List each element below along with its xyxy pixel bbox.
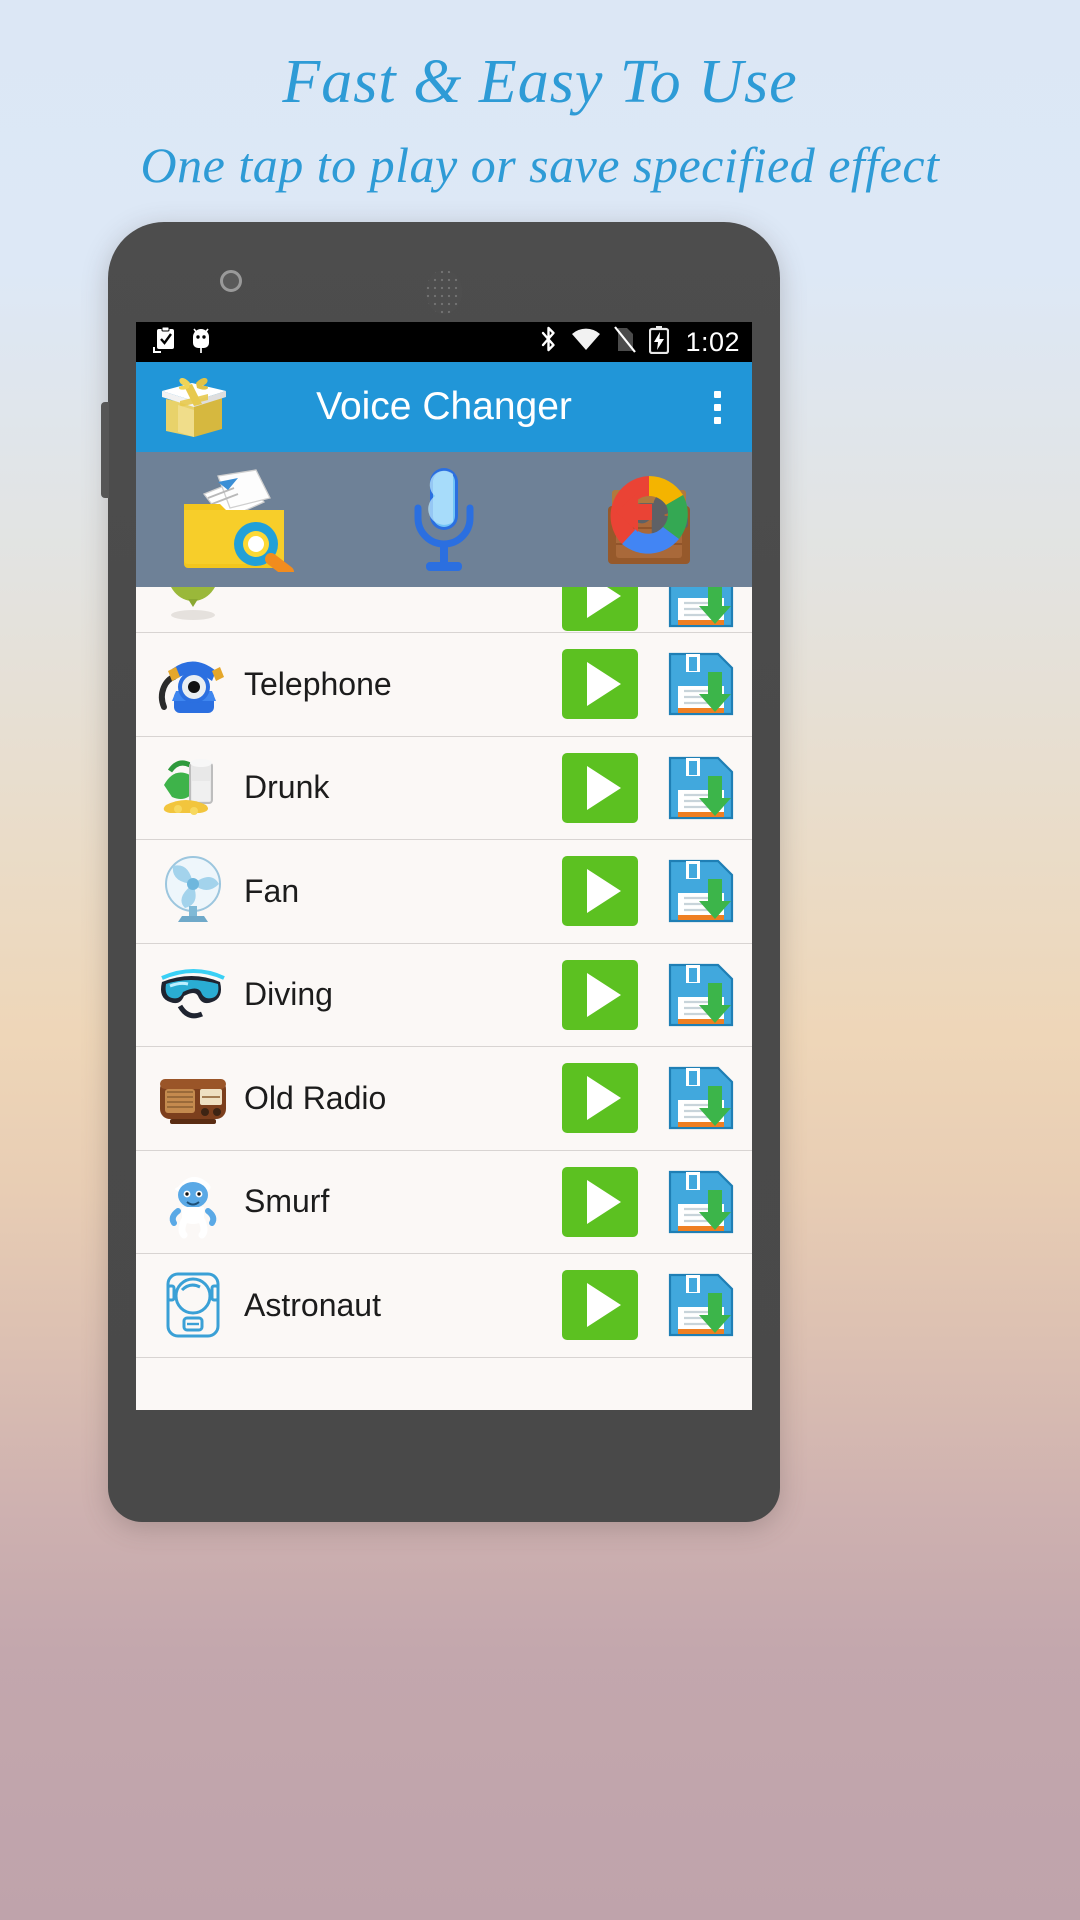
earpiece-speaker bbox=[426, 270, 462, 314]
status-bar: 1:02 bbox=[136, 322, 752, 362]
save-button[interactable] bbox=[664, 959, 738, 1031]
effect-name: Old Radio bbox=[244, 1079, 387, 1116]
front-camera bbox=[220, 270, 242, 292]
phone-mockup: 1:02 Voice Changer Telephone Drunk Fan D… bbox=[101, 222, 780, 1522]
record-tab[interactable] bbox=[341, 452, 546, 587]
row-actions bbox=[562, 1062, 738, 1134]
balloon-icon bbox=[154, 587, 232, 632]
gift-box-icon[interactable] bbox=[156, 375, 230, 439]
row-actions bbox=[562, 648, 738, 720]
phone-screen: 1:02 Voice Changer Telephone Drunk Fan D… bbox=[136, 322, 752, 1410]
browse-files-tab[interactable] bbox=[136, 452, 341, 587]
save-button[interactable] bbox=[664, 752, 738, 824]
save-button[interactable] bbox=[664, 1166, 738, 1238]
table-row[interactable] bbox=[136, 587, 752, 633]
effects-rows: Telephone Drunk Fan Diving Old Radio Smu… bbox=[136, 633, 752, 1358]
fan-icon bbox=[154, 852, 232, 930]
tab-bar bbox=[136, 452, 752, 587]
play-button[interactable] bbox=[562, 752, 638, 823]
diving-mask-icon bbox=[154, 956, 232, 1034]
no-sim-icon bbox=[614, 326, 637, 358]
effect-name: Drunk bbox=[244, 769, 330, 806]
save-button[interactable] bbox=[664, 648, 738, 720]
save-button[interactable] bbox=[664, 587, 738, 632]
play-button[interactable] bbox=[562, 1270, 638, 1341]
row-actions bbox=[562, 1166, 738, 1238]
phone-side-button bbox=[101, 402, 109, 498]
table-row[interactable]: Drunk bbox=[136, 736, 752, 840]
row-actions bbox=[562, 752, 738, 824]
save-button[interactable] bbox=[664, 1269, 738, 1341]
bluetooth-icon bbox=[539, 326, 558, 358]
promo-subheadline: One tap to play or save specified effect bbox=[140, 137, 940, 194]
play-button[interactable] bbox=[562, 1063, 638, 1134]
clipboard-check-icon bbox=[152, 326, 176, 358]
row-actions bbox=[562, 1269, 738, 1341]
save-button[interactable] bbox=[664, 1062, 738, 1134]
drunk-icon bbox=[154, 749, 232, 827]
table-row[interactable]: Smurf bbox=[136, 1150, 752, 1254]
telephone-icon bbox=[154, 645, 232, 723]
microphone-icon bbox=[404, 466, 484, 574]
effect-name: Telephone bbox=[244, 665, 392, 702]
android-debug-icon bbox=[190, 326, 212, 359]
old-radio-icon bbox=[154, 1059, 232, 1137]
app-bar: Voice Changer bbox=[136, 362, 752, 452]
play-button[interactable] bbox=[562, 856, 638, 927]
table-row[interactable]: Fan bbox=[136, 840, 752, 944]
play-button[interactable] bbox=[562, 1166, 638, 1237]
effect-name: Fan bbox=[244, 872, 300, 909]
smurf-icon bbox=[154, 1163, 232, 1241]
table-row[interactable]: Diving bbox=[136, 943, 752, 1047]
play-button[interactable] bbox=[562, 959, 638, 1030]
toolbox-icon bbox=[590, 468, 708, 572]
status-bar-clock: 1:02 bbox=[685, 326, 740, 357]
row-actions bbox=[562, 959, 738, 1031]
wifi-icon bbox=[571, 328, 601, 357]
promo-banner: Fast & Easy To Use One tap to play or sa… bbox=[0, 46, 1080, 195]
overflow-menu-icon[interactable] bbox=[700, 381, 734, 433]
save-button[interactable] bbox=[664, 855, 738, 927]
table-row[interactable]: Old Radio bbox=[136, 1047, 752, 1151]
effect-name: Diving bbox=[244, 976, 333, 1013]
table-row[interactable]: Telephone bbox=[136, 633, 752, 737]
effects-list[interactable]: Telephone Drunk Fan Diving Old Radio Smu… bbox=[136, 587, 752, 1410]
effects-tab[interactable] bbox=[547, 452, 752, 587]
row-actions bbox=[562, 855, 738, 927]
table-row[interactable]: Astronaut bbox=[136, 1254, 752, 1358]
play-button[interactable] bbox=[562, 649, 638, 720]
play-button[interactable] bbox=[562, 587, 638, 631]
effect-name: Astronaut bbox=[244, 1286, 381, 1323]
effect-name: Smurf bbox=[244, 1183, 330, 1220]
promo-headline: Fast & Easy To Use bbox=[282, 48, 798, 116]
folder-search-icon bbox=[178, 468, 300, 572]
astronaut-icon bbox=[154, 1266, 232, 1344]
battery-charging-icon bbox=[649, 325, 670, 359]
